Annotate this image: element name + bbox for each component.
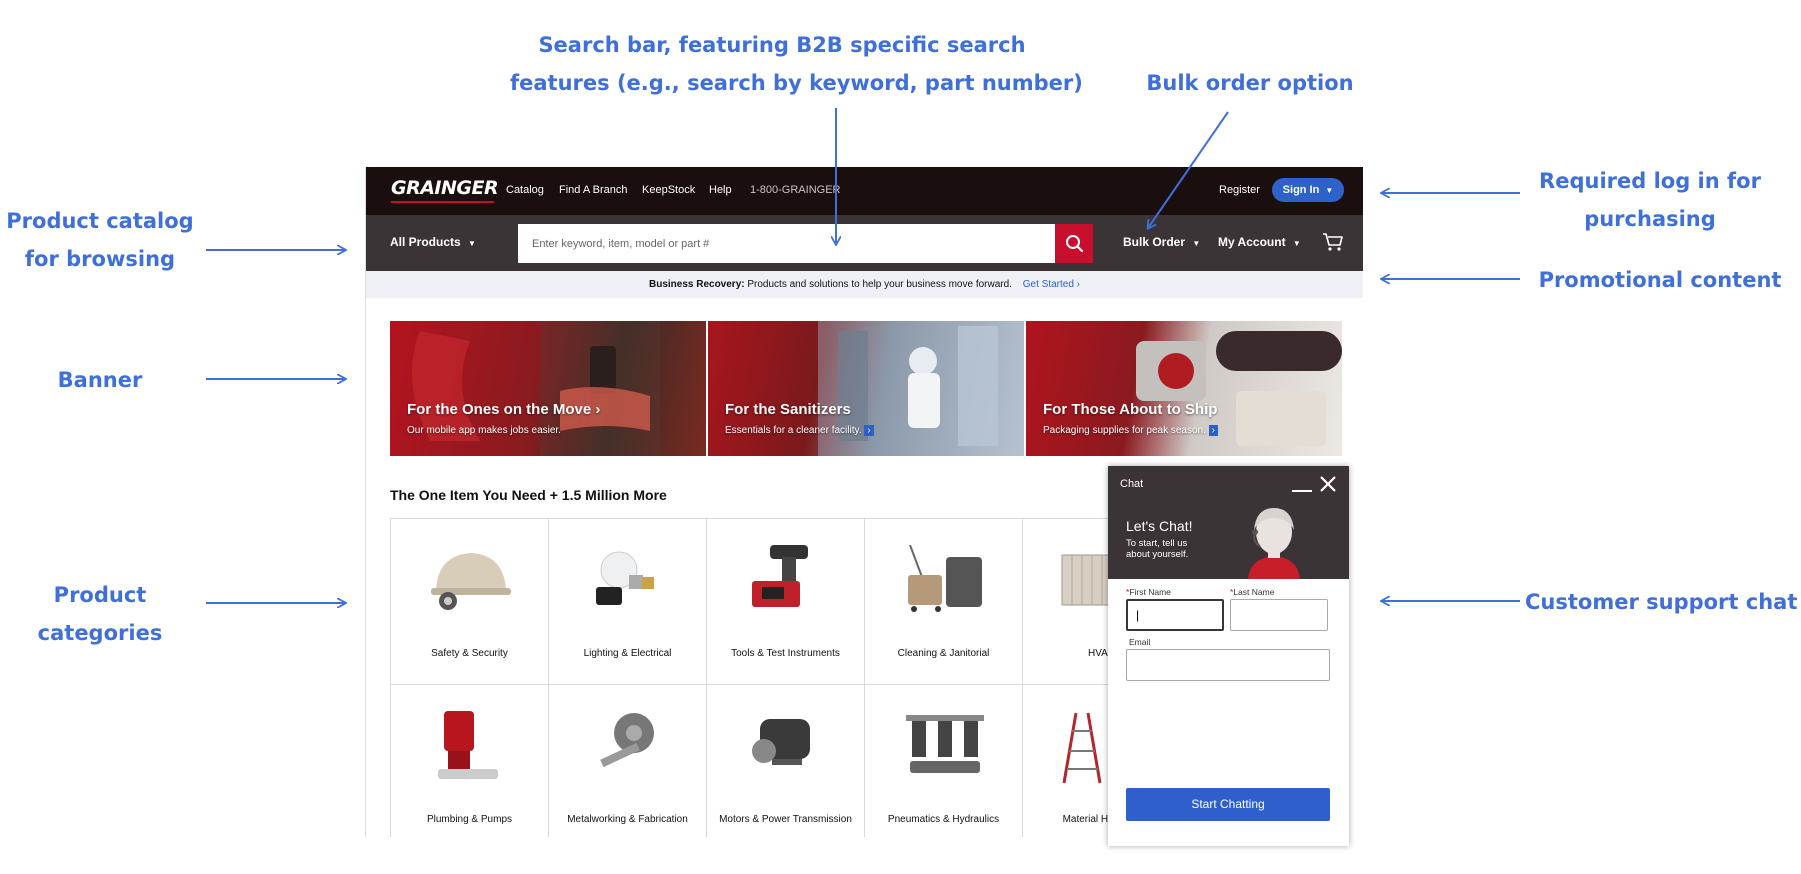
annotation-required-login: Required log in for purchasing — [1539, 169, 1761, 231]
top-bar: GRAINGER Catalog Find A Branch KeepStock… — [366, 167, 1363, 215]
chevron-down-icon: ▼ — [468, 239, 476, 248]
drill-icon — [752, 545, 808, 607]
flap-wheel-icon — [600, 713, 654, 768]
nav-keepstock[interactable]: KeepStock — [642, 184, 695, 196]
get-started-link[interactable]: Get Started › — [1023, 279, 1080, 290]
categories-title: The One Item You Need + 1.5 Million More — [390, 487, 667, 503]
category-motors-power[interactable]: Motors & Power Transmission — [707, 685, 865, 837]
last-name-label: *Last Name — [1230, 587, 1275, 597]
banner-mobile-app[interactable]: For the Ones on the Move › Our mobile ap… — [390, 321, 706, 456]
category-lighting-electrical[interactable]: Lighting & Electrical — [549, 519, 707, 685]
mop-bucket-icon — [908, 545, 982, 612]
my-account-menu[interactable]: My Account ▼ — [1218, 235, 1301, 249]
nav-find-a-branch[interactable]: Find A Branch — [559, 184, 628, 196]
category-label: Cleaning & Janitorial — [897, 648, 990, 659]
banner-subtitle: Our mobile app makes jobs easier. — [407, 425, 561, 436]
pump-icon — [438, 711, 498, 779]
banner-title: For the Sanitizers — [725, 401, 851, 418]
main-bar: All Products ▼ Bulk Order ▼ My Account ▼ — [366, 215, 1363, 271]
light-bulb-icon — [596, 551, 654, 605]
banner-sanitizers[interactable]: For the Sanitizers Essentials for a clea… — [708, 321, 1024, 456]
annotation-bulk-order: Bulk order option — [1146, 71, 1354, 95]
category-tools-test[interactable]: Tools & Test Instruments — [707, 519, 865, 685]
annotation-support-chat: Customer support chat — [1525, 590, 1798, 614]
last-name-input[interactable] — [1230, 599, 1328, 631]
category-label: Pneumatics & Hydraulics — [887, 814, 1000, 825]
support-agent-avatar — [1248, 508, 1300, 579]
grainger-logo[interactable]: GRAINGER — [391, 177, 499, 199]
first-name-input[interactable] — [1126, 599, 1224, 631]
category-label: Motors & Power Transmission — [719, 814, 852, 825]
chevron-right-icon: › — [1076, 279, 1081, 290]
bulk-order-menu[interactable]: Bulk Order ▼ — [1123, 235, 1200, 249]
annotation-product-catalog: Product catalog for browsing — [6, 209, 194, 271]
chevron-right-icon: › — [1208, 425, 1219, 436]
hard-hat-icon — [431, 553, 511, 610]
email-input[interactable] — [1126, 649, 1330, 681]
first-name-label: *First Name — [1126, 587, 1171, 597]
search-input[interactable] — [518, 224, 1055, 263]
search-icon — [1066, 235, 1084, 253]
chat-heading: Let's Chat! — [1126, 518, 1193, 534]
banner-shipping[interactable]: For Those About to Ship Packaging suppli… — [1026, 321, 1342, 456]
all-products-menu[interactable]: All Products ▼ — [390, 235, 476, 249]
banner-title: For the Ones on the Move › — [407, 401, 601, 418]
chat-widget: Chat Let's Chat! To start, tell us about… — [1108, 466, 1349, 846]
logo-underline — [391, 201, 494, 203]
email-label: Email — [1129, 637, 1151, 647]
category-safety-security[interactable]: Safety & Security — [391, 519, 549, 685]
category-label: Metalworking & Fabrication — [567, 814, 688, 825]
chat-title: Chat — [1120, 478, 1144, 490]
chat-header: Chat Let's Chat! To start, tell us about… — [1108, 466, 1349, 579]
chevron-down-icon: ▼ — [1325, 186, 1334, 195]
register-link[interactable]: Register — [1219, 184, 1260, 196]
motor-icon — [752, 719, 810, 765]
category-pneumatics-hydraulics[interactable]: Pneumatics & Hydraulics — [865, 685, 1023, 837]
minimize-icon[interactable] — [1292, 490, 1312, 492]
category-metalworking[interactable]: Metalworking & Fabrication — [549, 685, 707, 837]
banner-subtitle: Essentials for a cleaner facility. › — [725, 425, 874, 436]
pneumatic-icon — [906, 715, 984, 773]
promo-text: Products and solutions to help your busi… — [747, 279, 1012, 290]
annotation-banner: Banner — [57, 368, 143, 392]
search-button[interactable] — [1055, 224, 1093, 263]
close-icon[interactable] — [1318, 474, 1338, 494]
category-label: Plumbing & Pumps — [426, 814, 513, 825]
banner-subtitle: Packaging supplies for peak season. › — [1043, 425, 1219, 436]
phone-number[interactable]: 1-800-GRAINGER — [750, 184, 840, 196]
sign-in-button[interactable]: Sign In ▼ — [1272, 178, 1344, 202]
start-chatting-button[interactable]: Start Chatting — [1126, 788, 1330, 821]
promo-banner: Business Recovery: Products and solution… — [366, 271, 1363, 298]
promo-bold: Business Recovery: — [648, 279, 745, 290]
category-label: Safety & Security — [431, 648, 508, 659]
sign-in-label: Sign In — [1282, 184, 1320, 196]
category-cleaning-janitorial[interactable]: Cleaning & Janitorial — [865, 519, 1023, 685]
cart-icon[interactable] — [1321, 230, 1345, 254]
chevron-down-icon: ▼ — [1192, 239, 1201, 248]
nav-help[interactable]: Help — [709, 184, 732, 196]
category-plumbing-pumps[interactable]: Plumbing & Pumps — [391, 685, 549, 837]
bulk-order-label: Bulk Order — [1123, 235, 1186, 249]
chevron-right-icon: › — [864, 425, 874, 436]
nav-catalog[interactable]: Catalog — [506, 184, 544, 196]
get-started-label: Get Started — [1022, 279, 1074, 290]
chevron-right-icon: › — [595, 401, 601, 418]
category-label: Lighting & Electrical — [583, 648, 672, 659]
all-products-label: All Products — [390, 235, 461, 249]
chat-subtext: To start, tell us about yourself. — [1126, 538, 1189, 560]
annotation-search-bar: Search bar, featuring B2B specific searc… — [510, 33, 1083, 95]
annotation-promotional: Promotional content — [1538, 268, 1782, 292]
annotation-product-categories: Product categories — [37, 583, 163, 645]
banner-title: For Those About to Ship — [1043, 401, 1218, 418]
category-label: Tools & Test Instruments — [731, 648, 840, 659]
chevron-down-icon: ▼ — [1292, 239, 1301, 248]
my-account-label: My Account — [1218, 235, 1286, 249]
